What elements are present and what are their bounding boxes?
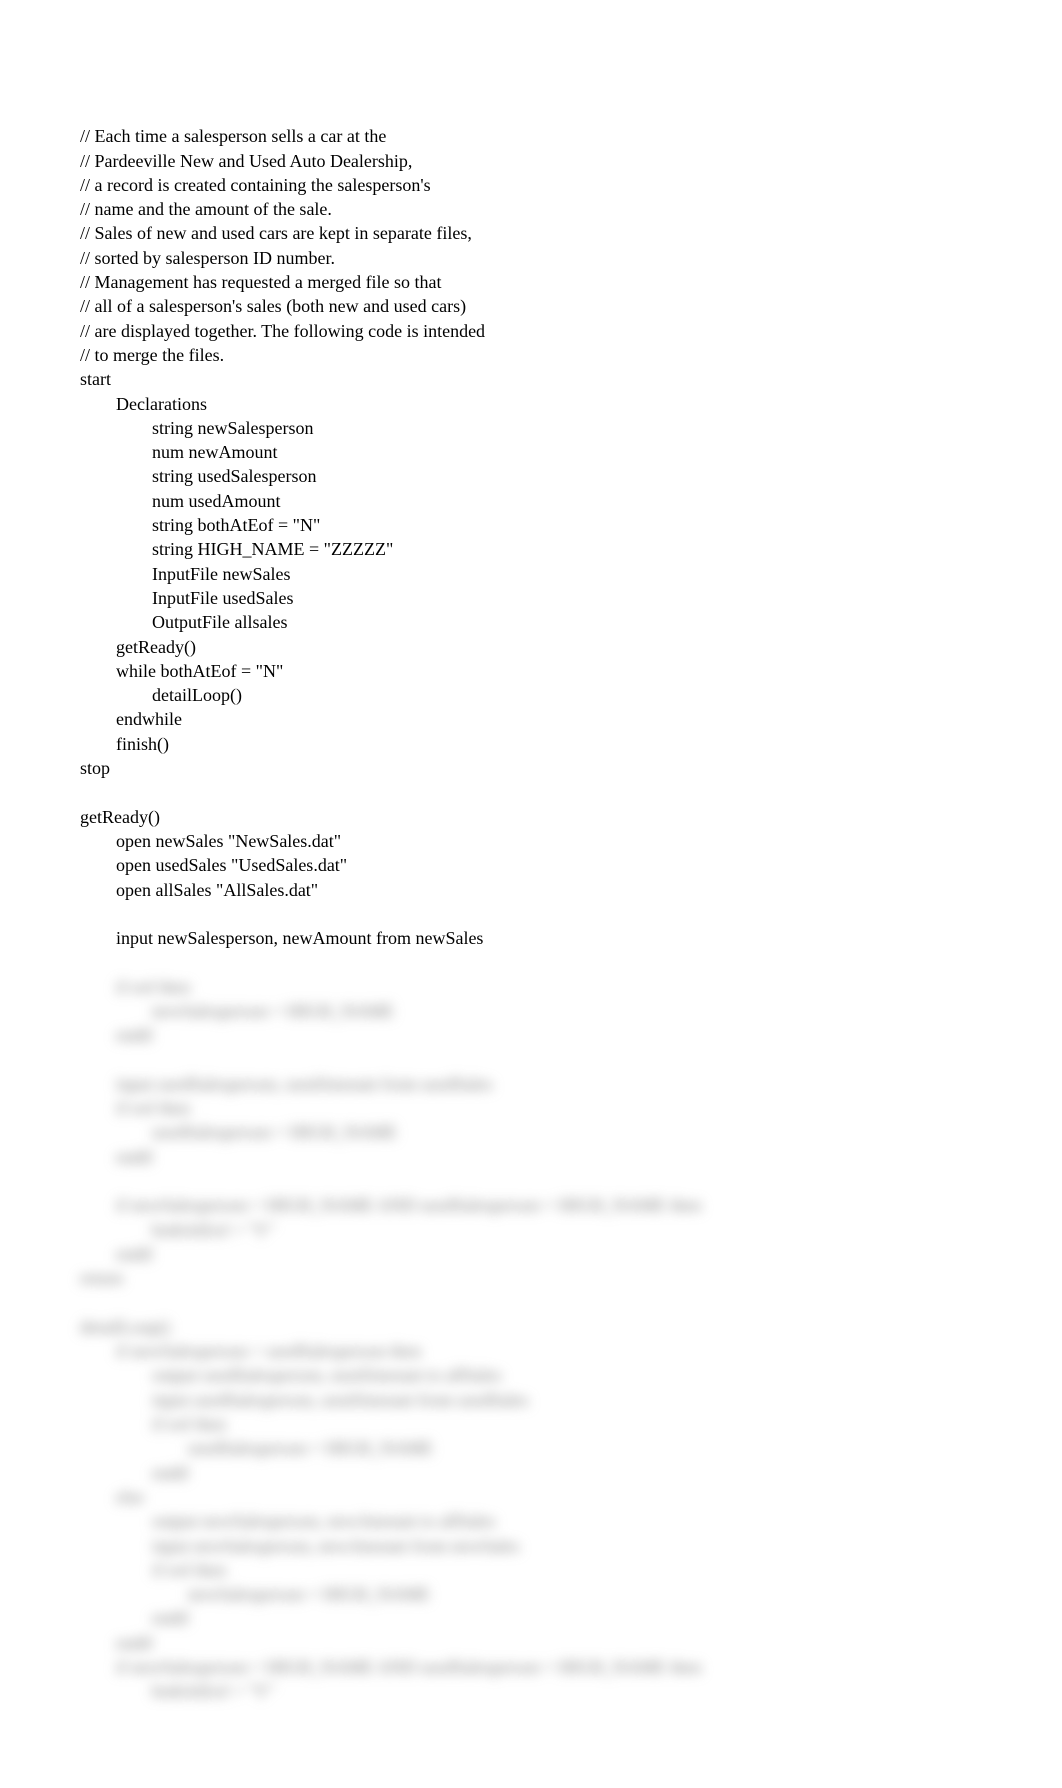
- code-line: input newSalesperson, newAmount from new…: [80, 928, 483, 948]
- code-line: endif: [80, 1025, 153, 1045]
- code-line: bothAtEof = "Y": [80, 1681, 275, 1701]
- code-line: usedSalesperson = HIGH_NAME: [80, 1122, 397, 1142]
- code-line: else: [80, 1487, 144, 1507]
- code-line: endif: [80, 1608, 189, 1628]
- code-line: // all of a salesperson's sales (both ne…: [80, 296, 466, 316]
- code-line: getReady(): [80, 637, 196, 657]
- code-line: if newSalesperson > usedSalesperson then: [80, 1341, 421, 1361]
- code-line: InputFile usedSales: [80, 588, 294, 608]
- code-block-blurred: if eof then newSalesperson = HIGH_NAME e…: [80, 975, 982, 1704]
- code-line: usedSalesperson = HIGH_NAME: [80, 1438, 433, 1458]
- code-line: finish(): [80, 734, 169, 754]
- code-line: open allSales "AllSales.dat": [80, 880, 318, 900]
- code-line: string HIGH_NAME = "ZZZZZ": [80, 539, 393, 559]
- code-line: open newSales "NewSales.dat": [80, 831, 341, 851]
- code-line: InputFile newSales: [80, 564, 290, 584]
- code-line: newSalesperson = HIGH_NAME: [80, 1001, 394, 1021]
- code-line: // Pardeeville New and Used Auto Dealers…: [80, 151, 412, 171]
- code-line: // Each time a salesperson sells a car a…: [80, 126, 386, 146]
- code-line: input usedSalesperson, usedAmount from u…: [80, 1390, 528, 1410]
- code-line: // to merge the files.: [80, 345, 224, 365]
- code-line: getReady(): [80, 807, 160, 827]
- code-line: input newSalesperson, newAmount from new…: [80, 1536, 519, 1556]
- code-line: start: [80, 369, 111, 389]
- code-line: // a record is created containing the sa…: [80, 175, 431, 195]
- code-line: input usedSalesperson, usedAmount from u…: [80, 1074, 492, 1094]
- code-line: detailLoop(): [80, 685, 242, 705]
- code-line: if eof then: [80, 977, 190, 997]
- code-line: OutputFile allsales: [80, 612, 287, 632]
- code-line: string newSalesperson: [80, 418, 313, 438]
- code-line: endif: [80, 1244, 153, 1264]
- code-line: endwhile: [80, 709, 182, 729]
- code-line: stop: [80, 758, 110, 778]
- code-line: num usedAmount: [80, 491, 281, 511]
- code-line: if newSalesperson = HIGH_NAME AND usedSa…: [80, 1657, 701, 1677]
- code-line: // sorted by salesperson ID number.: [80, 248, 335, 268]
- code-line: output usedSalesperson, usedAmount to al…: [80, 1365, 501, 1385]
- code-line: return: [80, 1268, 123, 1288]
- code-line: Declarations: [80, 394, 207, 414]
- code-line: // Sales of new and used cars are kept i…: [80, 223, 472, 243]
- code-line: if newSalesperson = HIGH_NAME AND usedSa…: [80, 1195, 701, 1215]
- code-block-clear: // Each time a salesperson sells a car a…: [80, 124, 982, 950]
- code-line: bothAtEof = "Y": [80, 1220, 275, 1240]
- code-line: // Management has requested a merged fil…: [80, 272, 442, 292]
- code-line: string bothAtEof = "N": [80, 515, 320, 535]
- code-line: while bothAtEof = "N": [80, 661, 283, 681]
- code-line: // name and the amount of the sale.: [80, 199, 332, 219]
- code-line: newSalesperson = HIGH_NAME: [80, 1584, 430, 1604]
- code-line: endif: [80, 1633, 153, 1653]
- code-line: open usedSales "UsedSales.dat": [80, 855, 347, 875]
- code-line: endif: [80, 1147, 153, 1167]
- code-line: string usedSalesperson: [80, 466, 316, 486]
- code-line: output newSalesperson, newAmount to allS…: [80, 1511, 495, 1531]
- code-line: if eof then: [80, 1560, 226, 1580]
- code-line: // are displayed together. The following…: [80, 321, 485, 341]
- document-page: // Each time a salesperson sells a car a…: [0, 0, 1062, 1788]
- code-line: endif: [80, 1463, 189, 1483]
- code-line: if eof then: [80, 1098, 190, 1118]
- code-line: num newAmount: [80, 442, 278, 462]
- code-line: detailLoop(): [80, 1317, 170, 1337]
- code-line: if eof then: [80, 1414, 226, 1434]
